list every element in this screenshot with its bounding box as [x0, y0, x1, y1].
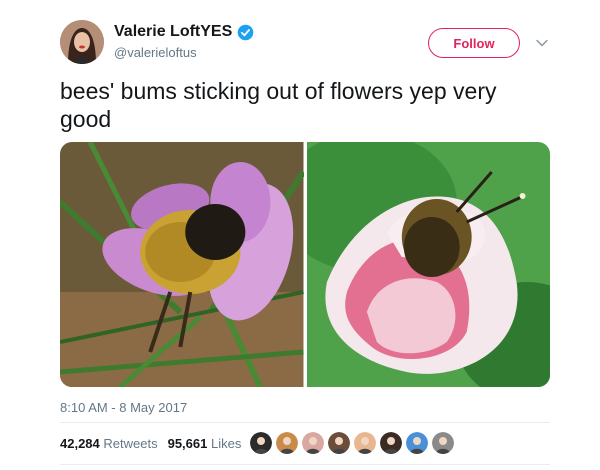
media-photo-bee-pink-flower[interactable] [306, 142, 550, 387]
likes-label: Likes [210, 436, 242, 451]
retweets-count: 42,284 [60, 436, 100, 451]
likers-avatars[interactable] [250, 432, 454, 454]
liker-avatar[interactable] [406, 432, 428, 454]
divider [60, 464, 550, 465]
liker-avatar[interactable] [328, 432, 350, 454]
retweets-label: Retweets [103, 436, 158, 451]
liker-avatar[interactable] [354, 432, 376, 454]
display-name-text[interactable]: Valerie LoftYES [114, 23, 232, 41]
tweet-text: bees' bums sticking out of flowers yep v… [60, 78, 497, 132]
follow-button[interactable]: Follow [428, 28, 520, 58]
media-photo-bee-crocus[interactable] [60, 142, 304, 387]
likes-stat[interactable]: 95,661 Likes [168, 436, 242, 451]
divider [60, 422, 550, 423]
liker-avatar[interactable] [380, 432, 402, 454]
user-handle[interactable]: @valerieloftus [114, 45, 197, 60]
chevron-down-icon[interactable] [535, 36, 549, 50]
display-name[interactable]: Valerie LoftYES [114, 23, 254, 41]
avatar[interactable] [60, 20, 104, 64]
tweet-stats: 42,284 Retweets 95,661 Likes [60, 436, 241, 451]
tweet-timestamp[interactable]: 8:10 AM - 8 May 2017 [60, 400, 187, 415]
liker-avatar[interactable] [250, 432, 272, 454]
tweet-card: Valerie LoftYES @valerieloftus Follow be… [0, 0, 600, 470]
likes-count: 95,661 [167, 436, 208, 451]
liker-avatar[interactable] [302, 432, 324, 454]
tweet-media[interactable] [60, 142, 550, 387]
liker-avatar[interactable] [276, 432, 298, 454]
retweets-stat[interactable]: 42,284 Retweets [60, 436, 158, 451]
liker-avatar[interactable] [432, 432, 454, 454]
verified-badge-icon [237, 24, 254, 40]
